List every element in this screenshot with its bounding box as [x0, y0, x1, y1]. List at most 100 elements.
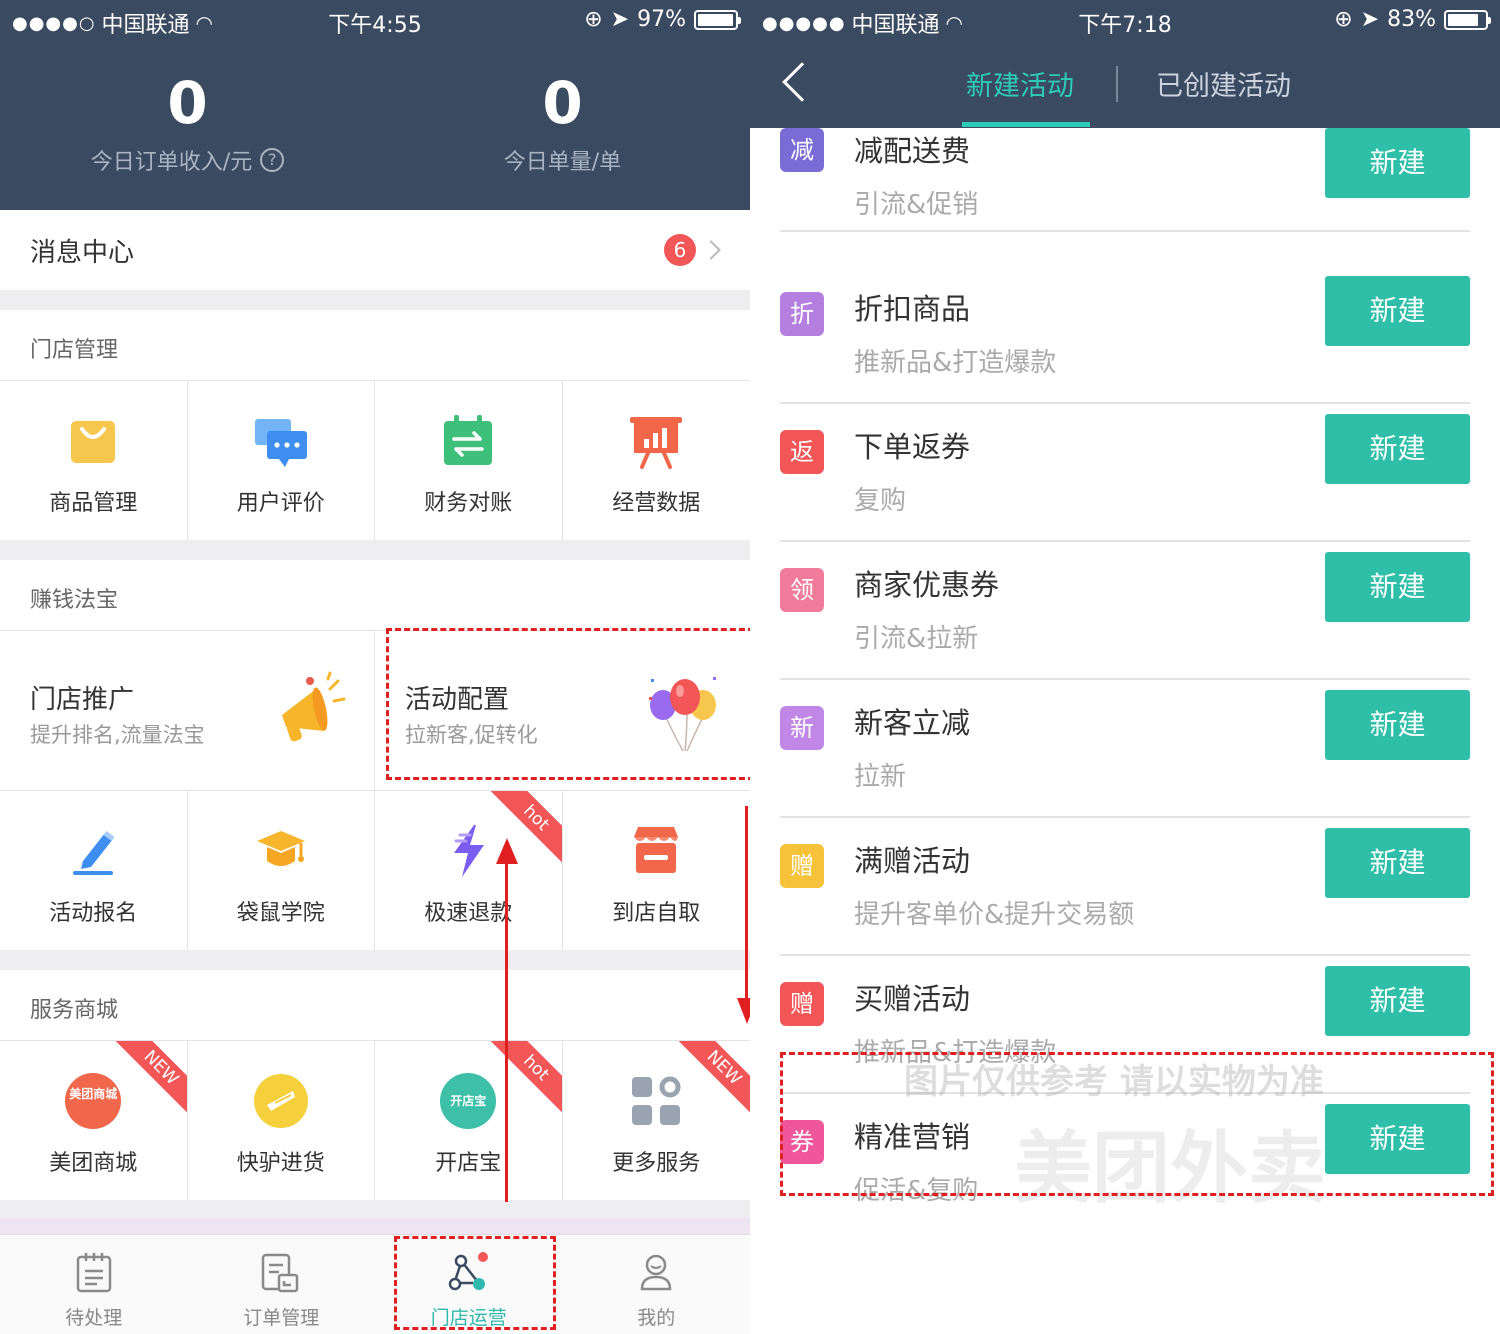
grid-item-label: 经营数据 [612, 491, 701, 516]
activity-tag: 折 [780, 292, 824, 336]
right-phone-screen: ●●●●● 中国联通 ◠ 下午7:18 ⊕ ➤ 83% 新建活动 已创建活动 减… [750, 0, 1500, 1334]
bottom-tab-bar: 待处理 订单管理 门店运营 我的 [0, 1234, 750, 1334]
activity-name: 满赠活动 [854, 844, 971, 878]
battery-icon [694, 9, 741, 30]
store-management-header: 门店管理 [0, 310, 750, 380]
service-mall-grid: 美团商城 美团商城 NEW 快驴进货 开店宝 开店宝 hot 更多服务 NEW [0, 1040, 750, 1200]
active-tab-underline [962, 122, 1090, 127]
donkey-icon [253, 1074, 308, 1128]
storefront-icon [634, 827, 679, 873]
money-tools-header: 赚钱法宝 [0, 560, 750, 630]
grid-item-kangaroo-academy[interactable]: 袋鼠学院 [187, 790, 375, 950]
annotation-arrow-up [505, 856, 508, 1202]
activity-row: 折折扣商品推新品&打造爆款 新建 [750, 266, 1500, 404]
grid-item-label: 美团商城 [49, 1151, 138, 1176]
activity-row: 新新客立减 拉新 新建 [750, 680, 1500, 818]
activity-name: 新客立减 [854, 706, 971, 740]
section-title: 门店管理 [30, 338, 119, 363]
create-activity-button[interactable]: 新建 [1325, 276, 1470, 346]
grid-item-more-services[interactable]: 更多服务 NEW [562, 1040, 750, 1200]
activity-tag: 减 [780, 128, 824, 172]
tab-new-activity[interactable]: 新建活动 [966, 64, 1074, 103]
section-title: 服务商城 [30, 998, 119, 1023]
graduation-cap-icon [256, 831, 305, 866]
row-divider [780, 230, 1470, 232]
highlight-activity-config [386, 628, 750, 780]
promo-store-promotion[interactable]: 门店推广 提升排名,流量法宝 [0, 630, 375, 790]
help-icon[interactable]: ? [260, 148, 285, 172]
create-activity-button[interactable]: 新建 [1325, 966, 1470, 1036]
today-revenue-label: 今日订单收入/元 [90, 150, 253, 175]
activity-description: 引流&拉新 [854, 624, 979, 654]
lightning-icon [454, 825, 485, 877]
grid-item-kaidianbao[interactable]: 开店宝 开店宝 hot [375, 1040, 563, 1200]
create-activity-button[interactable]: 新建 [1325, 828, 1470, 898]
status-bar: ●●●●● 中国联通 ◠ 下午7:18 ⊕ ➤ 83% [750, 0, 1500, 42]
annotation-arrow-down [745, 806, 748, 1010]
create-activity-button[interactable]: 新建 [1325, 414, 1470, 484]
megaphone-icon [282, 671, 346, 742]
rotation-lock-icon: ⊕ [584, 7, 603, 32]
status-time: 下午7:18 [1078, 13, 1172, 38]
activity-name: 折扣商品 [854, 292, 971, 326]
promo-title: 门店推广 [30, 685, 135, 715]
grid-item-label: 财务对账 [424, 491, 513, 516]
tab-pending[interactable]: 待处理 [0, 1235, 188, 1334]
order-doc-icon [262, 1253, 299, 1293]
battery-fill [698, 13, 733, 26]
battery-percent: 97% [637, 7, 686, 32]
tab-label: 待处理 [65, 1307, 123, 1329]
grid-item-business-data[interactable]: 经营数据 [562, 380, 750, 540]
presentation-chart-icon [630, 417, 683, 469]
status-bar: ●●●●○ 中国联通 ◠ 下午4:55 ⊕ ➤ 97% [0, 0, 750, 42]
activity-name: 买赠活动 [854, 982, 971, 1016]
person-icon [640, 1254, 672, 1291]
activity-name: 下单返券 [854, 430, 971, 464]
message-center-row[interactable]: 消息中心 [0, 210, 750, 290]
create-activity-button[interactable]: 新建 [1325, 128, 1470, 198]
activity-name: 商家优惠券 [854, 568, 1000, 602]
tab-order-management[interactable]: 订单管理 [188, 1235, 376, 1334]
highlight-precision-marketing [780, 1052, 1494, 1196]
activity-header: ●●●●● 中国联通 ◠ 下午7:18 ⊕ ➤ 83% 新建活动 已创建活动 [750, 0, 1500, 128]
activity-tag: 返 [780, 430, 824, 474]
kaidianbao-icon: 开店宝 [440, 1073, 497, 1129]
activity-description: 引流&促销 [854, 190, 979, 220]
tab-mine[interactable]: 我的 [563, 1235, 751, 1334]
pen-icon [73, 831, 115, 875]
create-activity-button[interactable]: 新建 [1325, 690, 1470, 760]
tab-label: 我的 [637, 1307, 676, 1329]
activity-description: 提升客单价&提升交易额 [854, 900, 1135, 930]
arrow-head-up-icon [496, 838, 518, 864]
today-orders-stat: 0 今日单量/单 [375, 70, 750, 176]
battery-percent: 83% [1387, 7, 1436, 32]
grid-item-label: 快驴进货 [236, 1151, 325, 1176]
grid-item-goods[interactable]: 商品管理 [0, 380, 188, 540]
tab-created-activities[interactable]: 已创建活动 [1156, 64, 1291, 103]
grid-item-fast-refund[interactable]: 极速退款 hot [375, 790, 563, 950]
grid-item-label: 开店宝 [435, 1151, 502, 1176]
activity-row: 减减配送费引流&促销 新建 [750, 128, 1500, 232]
dashboard-header: ●●●●○ 中国联通 ◠ 下午4:55 ⊕ ➤ 97% 0 今日订单收入/元 ? [0, 0, 750, 210]
activity-row: 赠满赠活动 提升客单价&提升交易额 新建 [750, 818, 1500, 956]
tab-label: 订单管理 [243, 1307, 320, 1329]
today-revenue-stat: 0 今日订单收入/元 ? [0, 70, 375, 176]
activity-name: 减配送费 [854, 134, 971, 168]
battery-fill [1448, 13, 1478, 26]
tab-divider [1116, 66, 1118, 102]
grid-item-self-pickup[interactable]: 到店自取 [562, 790, 750, 950]
grid-item-activity-signup[interactable]: 活动报名 [0, 790, 188, 950]
grid-item-meituan-mall[interactable]: 美团商城 美团商城 NEW [0, 1040, 188, 1200]
create-activity-button[interactable]: 新建 [1325, 552, 1470, 622]
grid-item-kuailv[interactable]: 快驴进货 [187, 1040, 375, 1200]
grid-item-finance[interactable]: 财务对账 [375, 380, 563, 540]
activity-description: 拉新 [854, 762, 907, 792]
meituan-mall-icon: 美团商城 [65, 1073, 122, 1129]
activity-description: 推新品&打造爆款 [854, 348, 1057, 378]
chat-bubble-icon [254, 419, 307, 467]
grid-item-reviews[interactable]: 用户评价 [187, 380, 375, 540]
back-chevron-icon[interactable] [782, 62, 822, 102]
grid-item-label: 极速退款 [424, 901, 513, 926]
activity-row: 返下单返券 复购 新建 [750, 404, 1500, 542]
today-revenue-value: 0 [167, 69, 208, 137]
